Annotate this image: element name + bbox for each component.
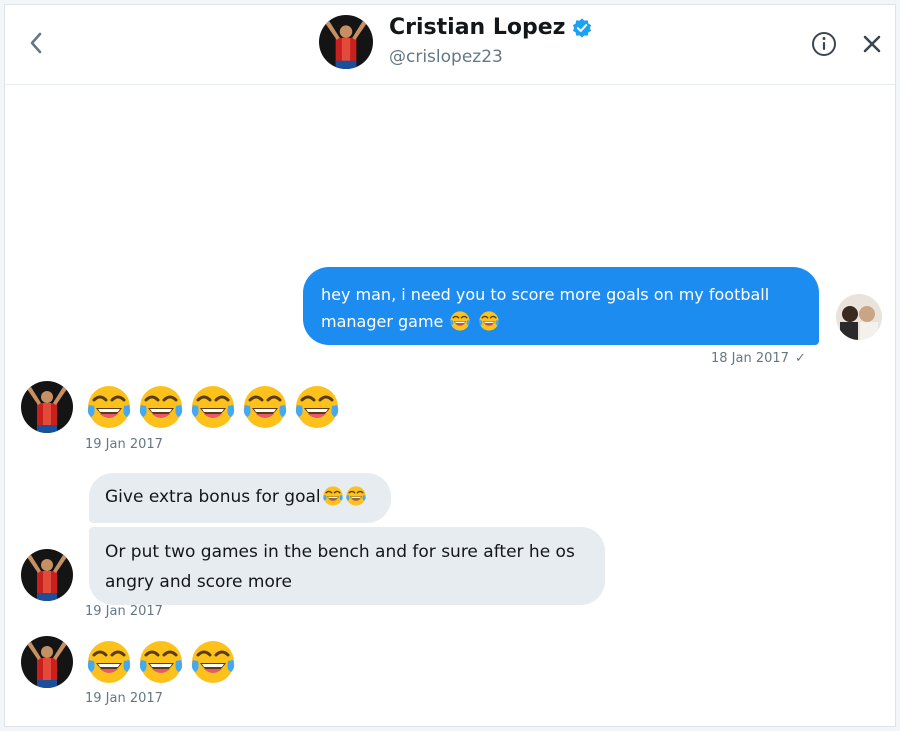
contact-name-row: Cristian Lopez [389,15,593,40]
conversation-header: Cristian Lopez @crislopez23 [5,5,895,85]
received-emoji-message[interactable] [85,383,341,431]
check-icon: ✓ [794,351,806,366]
laughing-emoji-icon [189,638,237,686]
contact-handle[interactable]: @crislopez23 [389,47,503,67]
contact-avatar-small[interactable] [21,636,73,688]
laughing-emoji-icon [241,383,289,431]
received-message-bubble[interactable]: Give extra bonus for goal [89,473,391,523]
info-button[interactable] [809,29,839,59]
sent-message-text: hey man, i need you to score more goals … [321,285,770,331]
laughing-emoji-icon [293,383,341,431]
received-emoji-message[interactable] [85,638,237,686]
info-icon [812,32,836,56]
contact-name[interactable]: Cristian Lopez [389,15,565,40]
back-chevron-icon [30,32,42,54]
sent-message-bubble[interactable]: hey man, i need you to score more goals … [303,267,819,345]
laughing-emoji-icon [322,485,344,507]
verified-badge-icon [573,17,592,38]
received-message-bubble[interactable]: Or put two games in the bench and for su… [89,527,605,605]
laughing-emoji-icon [137,383,185,431]
laughing-emoji-icon [189,383,237,431]
received-message-text: Give extra bonus for goal [105,487,321,507]
laughing-emoji-icon [478,310,500,332]
back-button[interactable] [21,25,51,61]
contact-avatar-small[interactable] [21,381,73,433]
sent-message-meta: 18 Jan 2017 ✓ [711,351,806,366]
contact-avatar-small[interactable] [21,549,73,601]
received-timestamp: 19 Jan 2017 [85,437,163,452]
laughing-emoji-icon [85,638,133,686]
conversation-panel: Cristian Lopez @crislopez23 hey man, i n… [4,4,896,727]
laughing-emoji-icon [345,485,367,507]
sent-timestamp: 18 Jan 2017 [711,351,789,366]
close-button[interactable] [857,29,887,59]
laughing-emoji-icon [85,383,133,431]
user-avatar[interactable] [836,294,882,340]
laughing-emoji-icon [137,638,185,686]
received-timestamp: 19 Jan 2017 [85,691,163,706]
laughing-emoji-icon [449,310,471,332]
close-icon [863,35,881,53]
contact-avatar[interactable] [319,15,373,69]
received-timestamp: 19 Jan 2017 [85,604,163,619]
received-message-text: Or put two games in the bench and for su… [105,542,575,592]
